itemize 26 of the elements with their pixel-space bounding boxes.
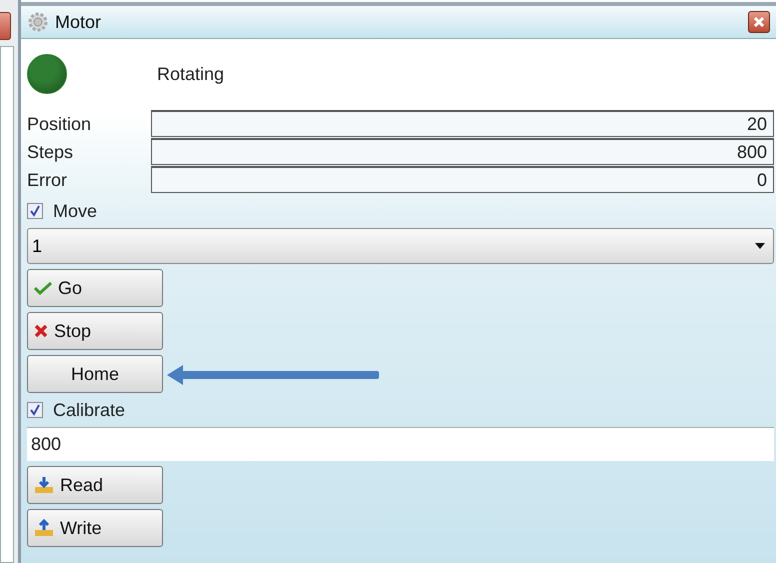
action-button[interactable]: Stop [27,312,163,350]
field-label: Error [27,169,68,192]
action-button[interactable]: Go [27,269,163,307]
download-icon [34,476,54,494]
checkbox[interactable] [27,402,43,418]
checkbox-label: Calibrate [53,400,126,420]
field-label: Steps [27,141,74,164]
action-button[interactable]: Home [27,355,163,393]
input-field[interactable]: 800 [27,427,774,461]
action-button[interactable]: Write [27,509,163,547]
checkbox-label: Move [53,200,98,222]
check-icon [34,281,52,295]
field-label: Position [27,113,92,136]
upload-icon [34,519,54,537]
dropdown[interactable]: 1 [27,228,774,264]
close-button[interactable] [748,11,770,33]
caret-icon [755,243,765,249]
cross-icon [34,324,48,338]
readout-field: 800 [151,138,774,165]
readout-field: 20 [151,110,774,137]
action-button[interactable]: Read [27,466,163,504]
checkbox[interactable] [27,203,43,219]
status-text: Rotating [157,64,224,84]
gear-icon [27,11,49,33]
readout-field: 0 [151,166,774,193]
window-title: Motor [55,12,102,32]
